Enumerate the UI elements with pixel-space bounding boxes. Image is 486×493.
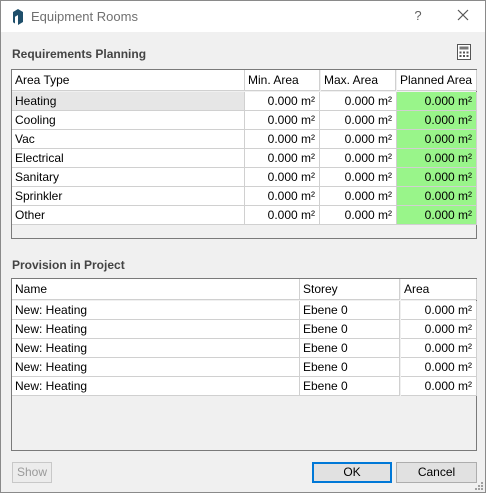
requirements-planning-title: Requirements Planning: [12, 47, 147, 61]
storey-cell: Ebene 0: [300, 339, 400, 358]
column-header-area-type[interactable]: Area Type: [12, 70, 245, 91]
planned-area-cell: 0.000 m²: [397, 111, 477, 130]
resize-grip-icon[interactable]: [473, 480, 483, 490]
min-area-cell[interactable]: 0.000 m²: [245, 168, 320, 187]
column-header-planned-area[interactable]: Planned Area: [397, 70, 477, 91]
provision-header-row: Name Storey Area: [12, 279, 477, 300]
area-type-cell: Electrical: [12, 149, 245, 168]
max-area-cell[interactable]: 0.000 m²: [320, 111, 397, 130]
area-type-cell: Sprinkler: [12, 187, 245, 206]
provision-grid: Name Storey Area New: Heating Ebene 0 0.…: [11, 278, 477, 451]
provision-in-project-title: Provision in Project: [12, 258, 125, 272]
max-area-cell[interactable]: 0.000 m²: [320, 130, 397, 149]
max-area-cell[interactable]: 0.000 m²: [320, 168, 397, 187]
planned-area-cell: 0.000 m²: [397, 130, 477, 149]
calculator-icon[interactable]: [457, 44, 471, 60]
min-area-cell[interactable]: 0.000 m²: [245, 149, 320, 168]
cancel-button[interactable]: Cancel: [396, 462, 477, 483]
planned-area-cell: 0.000 m²: [397, 168, 477, 187]
planned-area-cell: 0.000 m²: [397, 206, 477, 225]
area-type-cell: Vac: [12, 130, 245, 149]
area-cell: 0.000 m²: [401, 339, 477, 358]
show-button[interactable]: Show: [12, 462, 52, 483]
column-header-max-area[interactable]: Max. Area: [321, 70, 396, 91]
name-cell: New: Heating: [12, 301, 300, 320]
column-header-area[interactable]: Area: [401, 279, 477, 300]
storey-cell: Ebene 0: [300, 301, 400, 320]
min-area-cell[interactable]: 0.000 m²: [245, 206, 320, 225]
requirements-header-row: Area Type Min. Area Max. Area Planned Ar…: [12, 70, 477, 91]
area-type-cell: Other: [12, 206, 245, 225]
area-cell: 0.000 m²: [401, 377, 477, 396]
max-area-cell[interactable]: 0.000 m²: [320, 187, 397, 206]
storey-cell: Ebene 0: [300, 320, 400, 339]
min-area-cell[interactable]: 0.000 m²: [245, 111, 320, 130]
title-bar: Equipment Rooms ?: [1, 1, 485, 32]
app-logo-icon: [13, 9, 23, 25]
planned-area-cell: 0.000 m²: [397, 92, 477, 111]
area-type-cell: Heating: [12, 92, 245, 111]
area-type-cell: Cooling: [12, 111, 245, 130]
min-area-cell[interactable]: 0.000 m²: [245, 92, 320, 111]
max-area-cell[interactable]: 0.000 m²: [320, 149, 397, 168]
column-header-min-area[interactable]: Min. Area: [245, 70, 320, 91]
planned-area-cell: 0.000 m²: [397, 187, 477, 206]
min-area-cell[interactable]: 0.000 m²: [245, 130, 320, 149]
column-header-storey[interactable]: Storey: [300, 279, 400, 300]
storey-cell: Ebene 0: [300, 358, 400, 377]
name-cell: New: Heating: [12, 358, 300, 377]
ok-button[interactable]: OK: [312, 462, 392, 483]
area-cell: 0.000 m²: [401, 358, 477, 377]
dialog-window: Equipment Rooms ? Requirements Planning …: [0, 0, 486, 493]
area-cell: 0.000 m²: [401, 301, 477, 320]
planned-area-cell: 0.000 m²: [397, 149, 477, 168]
name-cell: New: Heating: [12, 320, 300, 339]
area-type-cell: Sanitary: [12, 168, 245, 187]
requirements-grid: Area Type Min. Area Max. Area Planned Ar…: [11, 69, 477, 239]
window-title: Equipment Rooms: [31, 9, 138, 24]
area-cell: 0.000 m²: [401, 320, 477, 339]
max-area-cell[interactable]: 0.000 m²: [320, 92, 397, 111]
column-header-name[interactable]: Name: [12, 279, 300, 300]
min-area-cell[interactable]: 0.000 m²: [245, 187, 320, 206]
name-cell: New: Heating: [12, 339, 300, 358]
name-cell: New: Heating: [12, 377, 300, 396]
storey-cell: Ebene 0: [300, 377, 400, 396]
max-area-cell[interactable]: 0.000 m²: [320, 206, 397, 225]
help-button[interactable]: ?: [405, 5, 431, 27]
close-icon[interactable]: [450, 5, 476, 27]
